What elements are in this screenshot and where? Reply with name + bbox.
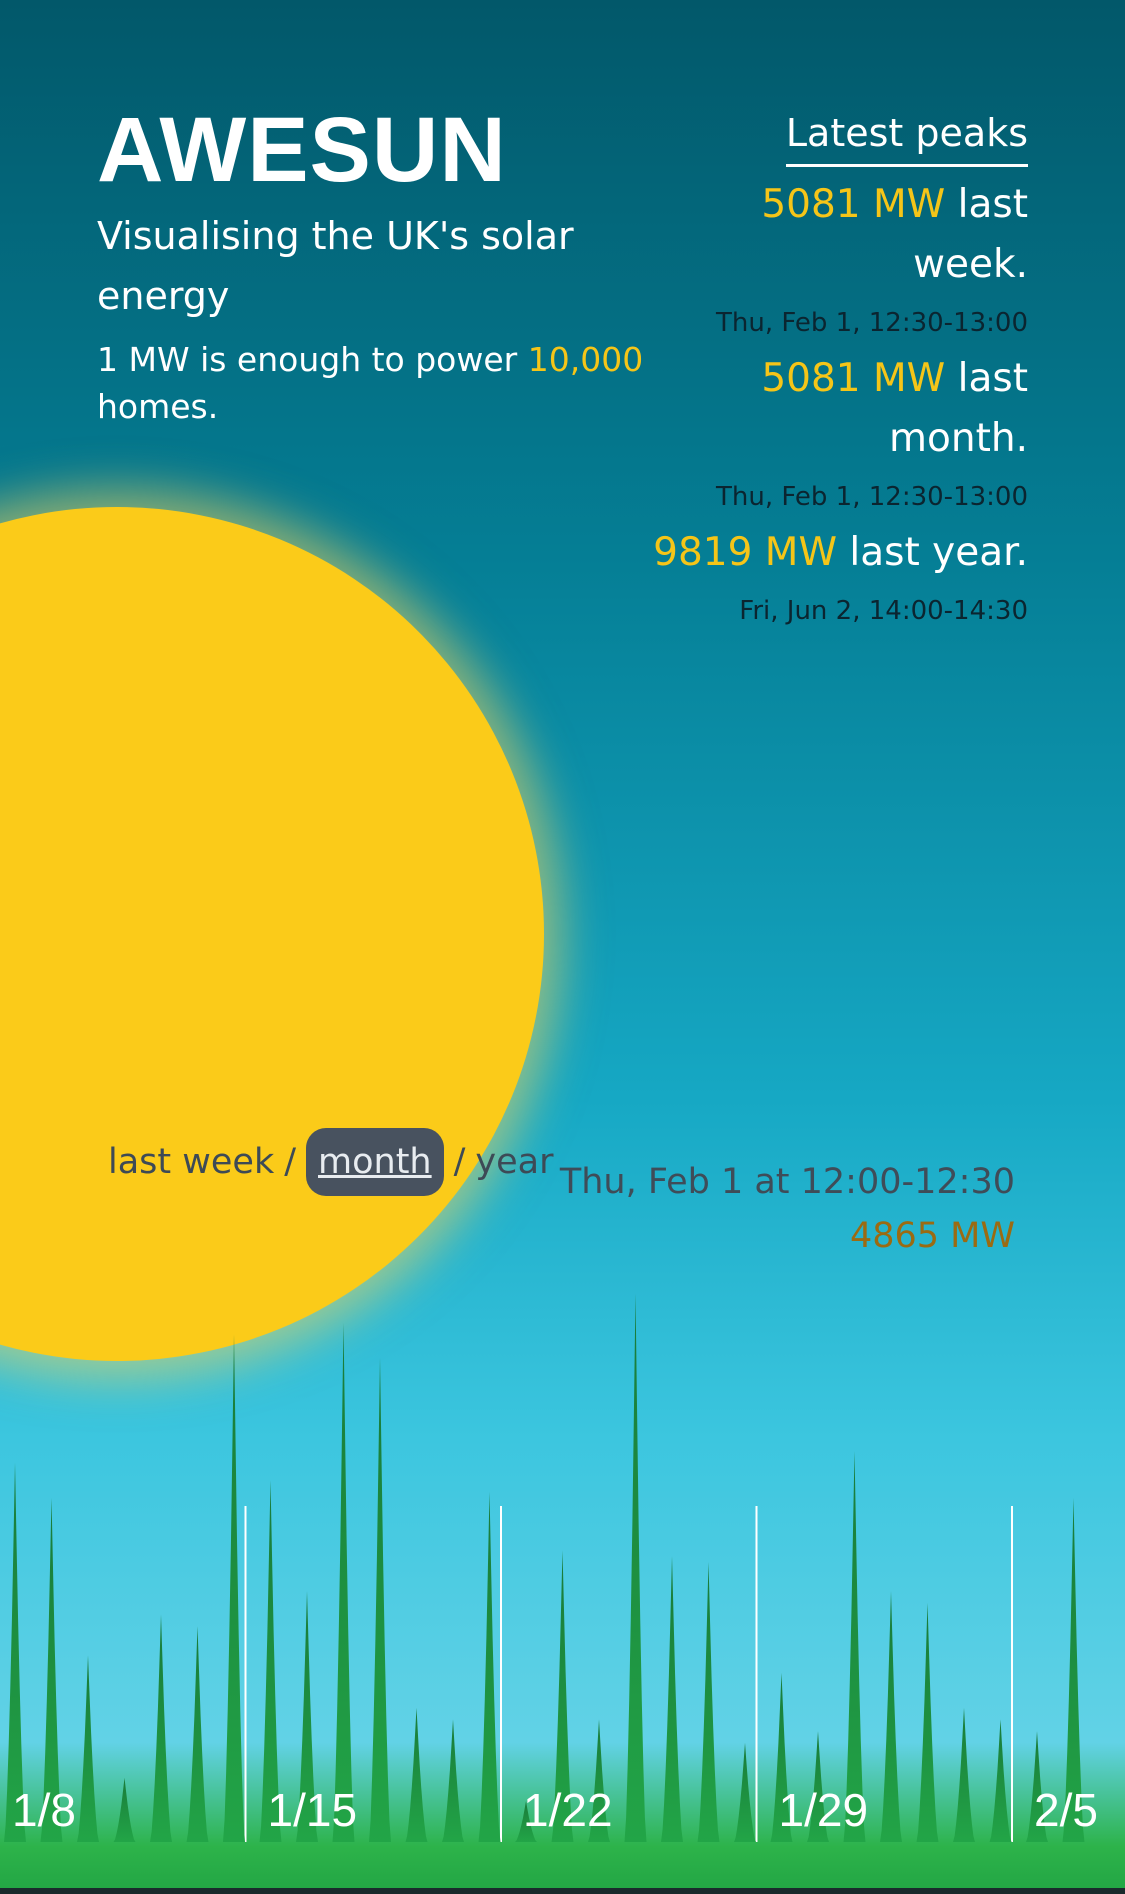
- app-description: 1 MW is enough to power 10,000 homes.: [97, 336, 667, 430]
- peak-time: Fri, Jun 2, 14:00-14:30: [739, 596, 1028, 626]
- daily-peak-1-17[interactable]: [332, 1322, 355, 1842]
- peak-value: 9819 MW: [653, 530, 838, 575]
- description-text: 1 MW is enough to power: [97, 340, 528, 379]
- x-tick-label: 2/5: [1034, 1784, 1098, 1836]
- daily-peak-1-25[interactable]: [624, 1293, 647, 1842]
- solar-generation-chart[interactable]: 1/8 1/15 1/22 1/29 2/5: [0, 1160, 1125, 1880]
- peak-value: 5081 MW: [761, 356, 946, 401]
- daily-peak-1-28[interactable]: [734, 1742, 756, 1842]
- daily-peak-1-26[interactable]: [661, 1556, 683, 1842]
- daily-peak-1-14[interactable]: [223, 1334, 245, 1842]
- x-tick-label: 1/8: [12, 1784, 76, 1836]
- daily-peak-1-19[interactable]: [405, 1707, 428, 1842]
- daily-peak-2-1[interactable]: [880, 1591, 902, 1842]
- daily-peak-2-2[interactable]: [916, 1602, 939, 1842]
- peak-label: last year.: [849, 530, 1028, 575]
- app-title: AWESUN: [97, 99, 507, 201]
- daily-peak-1-12[interactable]: [150, 1614, 172, 1842]
- peak-time: Thu, Feb 1, 12:30-13:00: [716, 308, 1028, 338]
- app-root: AWESUN Visualising the UK's solar energy…: [0, 0, 1125, 1894]
- daily-peak-2-4[interactable]: [989, 1719, 1012, 1842]
- daily-peak-2-3[interactable]: [953, 1707, 975, 1842]
- peak-item-month: 5081 MW last month. Thu, Feb 1, 12:30-13…: [638, 349, 1028, 515]
- latest-peaks-panel: Latest peaks 5081 MW last week. Thu, Feb…: [638, 108, 1028, 629]
- app-subtitle: Visualising the UK's solar energy: [97, 214, 574, 318]
- daily-peak-1-10[interactable]: [77, 1655, 99, 1842]
- header: AWESUN Visualising the UK's solar energy…: [97, 98, 667, 430]
- daily-peak-1-13[interactable]: [186, 1626, 209, 1842]
- peak-value: 5081 MW: [761, 182, 946, 227]
- daily-peak-1-21[interactable]: [478, 1491, 501, 1842]
- x-tick-label: 1/29: [779, 1784, 869, 1836]
- chart-baseline: [0, 1888, 1125, 1894]
- x-tick-label: 1/15: [268, 1784, 358, 1836]
- daily-peak-1-18[interactable]: [369, 1357, 391, 1842]
- peak-time: Thu, Feb 1, 12:30-13:00: [716, 482, 1028, 512]
- description-suffix: homes.: [97, 387, 219, 426]
- daily-peak-1-11[interactable]: [113, 1777, 136, 1842]
- peak-item-year: 9819 MW last year. Fri, Jun 2, 14:00-14:…: [638, 523, 1028, 629]
- peak-item-week: 5081 MW last week. Thu, Feb 1, 12:30-13:…: [638, 175, 1028, 341]
- latest-peaks-heading: Latest peaks: [785, 108, 1028, 167]
- daily-peak-1-27[interactable]: [697, 1561, 720, 1842]
- x-tick-label: 1/22: [523, 1784, 613, 1836]
- daily-peak-1-20[interactable]: [442, 1719, 464, 1842]
- homes-count: 10,000: [527, 340, 644, 379]
